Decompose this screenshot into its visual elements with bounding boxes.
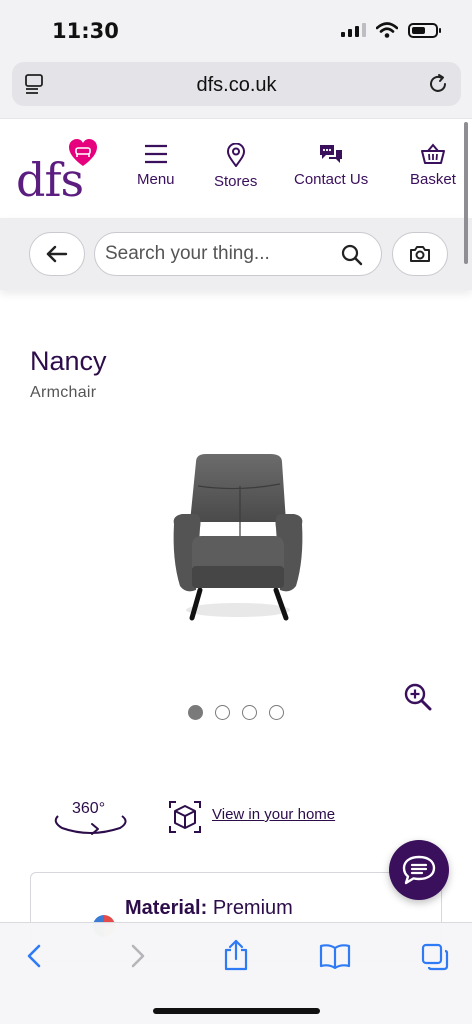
nav-contact-us[interactable]: Contact Us: [294, 143, 368, 188]
browser-url-area: dfs.co.uk: [0, 58, 472, 118]
material-label: Material:: [125, 897, 208, 919]
browser-forward-icon[interactable]: [126, 943, 148, 969]
back-button[interactable]: [29, 232, 85, 276]
hamburger-icon: [144, 144, 167, 164]
browser-back-icon[interactable]: [24, 943, 46, 969]
share-icon[interactable]: [222, 939, 250, 971]
search-input[interactable]: [105, 241, 325, 267]
view-360-button[interactable]: 360°: [50, 798, 130, 838]
battery-icon: [408, 22, 441, 38]
gallery-dot[interactable]: [215, 705, 230, 720]
site-header: dfs Menu Stores Contact Us Basket: [0, 118, 472, 218]
heart-sofa-icon: [69, 139, 97, 166]
nav-menu-label: Menu: [137, 171, 175, 188]
nav-stores-label: Stores: [214, 173, 258, 190]
status-time: 11:30: [52, 19, 119, 43]
nav-menu[interactable]: Menu: [137, 143, 175, 188]
material-text: Material: Premium: [125, 897, 293, 920]
search-row: [0, 218, 472, 290]
ar-cube-icon[interactable]: [166, 798, 204, 836]
gallery-pagination: [188, 705, 284, 720]
product-subtitle: Armchair: [30, 384, 97, 401]
wifi-icon: [376, 22, 398, 38]
gallery-dot[interactable]: [269, 705, 284, 720]
nav-basket[interactable]: Basket: [410, 143, 456, 188]
scrollbar-thumb[interactable]: [464, 122, 468, 264]
chat-bubbles-icon: [320, 145, 343, 163]
live-chat-button[interactable]: [389, 840, 449, 900]
home-indicator: [153, 1008, 320, 1014]
nav-basket-label: Basket: [410, 171, 456, 188]
cellular-signal-icon: [341, 23, 366, 37]
armchair-image[interactable]: [166, 450, 310, 626]
location-pin-icon: [226, 143, 245, 167]
arrow-left-icon: [46, 245, 68, 263]
dfs-logo[interactable]: dfs: [16, 139, 106, 211]
nav-stores[interactable]: Stores: [214, 143, 257, 190]
gallery-dot[interactable]: [242, 705, 257, 720]
view-in-your-home-link[interactable]: View in your home: [212, 806, 335, 823]
tabs-icon[interactable]: [421, 943, 449, 971]
address-bar[interactable]: dfs.co.uk: [12, 62, 461, 106]
material-value: Premium: [212, 897, 293, 919]
nav-contact-label: Contact Us: [294, 171, 369, 188]
url-text[interactable]: dfs.co.uk: [12, 74, 461, 97]
search-icon[interactable]: [341, 244, 363, 266]
reload-icon[interactable]: [427, 73, 449, 95]
status-bar: 11:30: [0, 0, 472, 58]
bookmarks-icon[interactable]: [319, 943, 351, 969]
battery-level: [412, 26, 425, 34]
visual-search-button[interactable]: [392, 232, 448, 276]
status-icons: [341, 22, 441, 38]
product-title: Nancy: [30, 346, 107, 376]
zoom-in-icon[interactable]: [404, 683, 432, 711]
camera-icon: [410, 246, 430, 262]
search-box[interactable]: [94, 232, 382, 276]
view-360-label: 360°: [72, 800, 106, 817]
basket-icon: [420, 143, 445, 164]
gallery-dot[interactable]: [188, 705, 203, 720]
chat-icon: [402, 855, 436, 885]
